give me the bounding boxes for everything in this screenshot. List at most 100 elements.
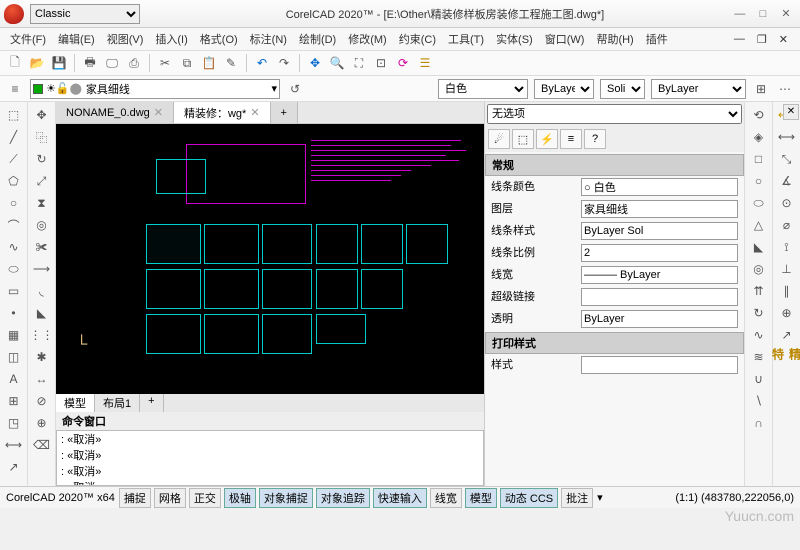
publish-icon[interactable]: ⎙: [125, 54, 143, 72]
ltscale-icon[interactable]: ⋯: [776, 80, 794, 98]
plot-selector[interactable]: Soli: [600, 79, 645, 99]
stretch-icon[interactable]: ↔: [33, 370, 51, 388]
prop-select-icon[interactable]: ⬚: [512, 129, 534, 149]
table-icon[interactable]: ⊞: [5, 392, 23, 410]
join-icon[interactable]: ⊕: [33, 414, 51, 432]
add-layout[interactable]: +: [140, 394, 163, 412]
status-toggle[interactable]: 网格: [154, 488, 186, 508]
undo-icon[interactable]: ↶: [253, 54, 271, 72]
wedge-icon[interactable]: ◣: [750, 238, 768, 256]
rect-icon[interactable]: ▭: [5, 282, 23, 300]
property-value[interactable]: ByLayer: [581, 310, 738, 328]
dim7-icon[interactable]: ⟟: [778, 238, 796, 256]
menu-item[interactable]: 插件: [644, 29, 670, 49]
selection-filter[interactable]: 无选项: [487, 104, 742, 124]
revolve-icon[interactable]: ↻: [750, 304, 768, 322]
menu-item[interactable]: 约束(C): [397, 29, 438, 49]
property-value[interactable]: ○ 白色: [581, 178, 738, 196]
dimA-icon[interactable]: ⊕: [778, 304, 796, 322]
zoomwin-icon[interactable]: ⛶: [350, 54, 368, 72]
status-toggle[interactable]: 线宽: [430, 488, 462, 508]
hatch-icon[interactable]: ▦: [5, 326, 23, 344]
menu-item[interactable]: 文件(F): [8, 29, 48, 49]
trim-icon[interactable]: ✀: [33, 238, 51, 256]
refresh-icon[interactable]: ⟳: [394, 54, 412, 72]
menu-item[interactable]: 绘制(D): [297, 29, 338, 49]
status-toggle[interactable]: 快速输入: [373, 488, 427, 508]
fillet-icon[interactable]: ◟: [33, 282, 51, 300]
zoomext-icon[interactable]: ⊡: [372, 54, 390, 72]
props-icon[interactable]: ☰: [416, 54, 434, 72]
property-value[interactable]: ——— ByLayer: [581, 266, 738, 284]
arc-icon[interactable]: ⌒: [5, 216, 23, 234]
status-toggle[interactable]: 动态 CCS: [500, 488, 558, 508]
union-icon[interactable]: ∪: [750, 370, 768, 388]
sweep-icon[interactable]: ∿: [750, 326, 768, 344]
cut-icon[interactable]: ✂: [156, 54, 174, 72]
prop-list-icon[interactable]: ≡: [560, 129, 582, 149]
subtract-icon[interactable]: ∖: [750, 392, 768, 410]
dimC-icon[interactable]: 精特: [778, 348, 796, 366]
cyl-icon[interactable]: ⬭: [750, 194, 768, 212]
open-icon[interactable]: 📂: [28, 54, 46, 72]
offset-icon[interactable]: ◎: [33, 216, 51, 234]
intersect-icon[interactable]: ∩: [750, 414, 768, 432]
dimB-icon[interactable]: ↗: [778, 326, 796, 344]
paste-icon[interactable]: 📋: [200, 54, 218, 72]
layout-tab[interactable]: 布局1: [95, 394, 140, 412]
zoom-icon[interactable]: 🔍: [328, 54, 346, 72]
dim2-icon[interactable]: ⟷: [778, 128, 796, 146]
move-icon[interactable]: ✥: [33, 106, 51, 124]
layerprev-icon[interactable]: ↺: [286, 80, 304, 98]
cone-icon[interactable]: △: [750, 216, 768, 234]
maximize-button[interactable]: □: [753, 8, 773, 20]
status-toggle[interactable]: 对象追踪: [316, 488, 370, 508]
loft-icon[interactable]: ≋: [750, 348, 768, 366]
menu-item[interactable]: 标注(N): [248, 29, 289, 49]
view3d-icon[interactable]: ◈: [750, 128, 768, 146]
status-toggle[interactable]: 正交: [189, 488, 221, 508]
sphere-icon[interactable]: ○: [750, 172, 768, 190]
mdi-close[interactable]: ✕: [777, 31, 790, 48]
scale-dropdown[interactable]: ▾: [597, 491, 603, 504]
scale-icon[interactable]: ⤢: [33, 172, 51, 190]
layout-tab[interactable]: 模型: [56, 394, 95, 412]
menu-item[interactable]: 帮助(H): [594, 29, 635, 49]
dim-icon[interactable]: ⟷: [5, 436, 23, 454]
text-icon[interactable]: A: [5, 370, 23, 388]
chamfer-icon[interactable]: ◣: [33, 304, 51, 322]
prop-quick-icon[interactable]: ⚡: [536, 129, 558, 149]
polyline-icon[interactable]: ⟋: [5, 150, 23, 168]
extrude-icon[interactable]: ⇈: [750, 282, 768, 300]
minimize-button[interactable]: —: [730, 8, 750, 20]
property-value[interactable]: ByLayer Sol: [581, 222, 738, 240]
menu-item[interactable]: 修改(M): [346, 29, 389, 49]
new-tab-button[interactable]: +: [271, 102, 298, 123]
pan-icon[interactable]: ✥: [306, 54, 324, 72]
menu-item[interactable]: 窗口(W): [543, 29, 587, 49]
property-value[interactable]: 家具细线: [581, 200, 738, 218]
redo-icon[interactable]: ↷: [275, 54, 293, 72]
mdi-max[interactable]: ❐: [755, 31, 769, 48]
dim6-icon[interactable]: ⌀: [778, 216, 796, 234]
dim3-icon[interactable]: ⤡: [778, 150, 796, 168]
polygon-icon[interactable]: ⬠: [5, 172, 23, 190]
cursor-icon[interactable]: ⬚: [5, 106, 23, 124]
mirror-icon[interactable]: ⧗: [33, 194, 51, 212]
torus-icon[interactable]: ◎: [750, 260, 768, 278]
menu-item[interactable]: 插入(I): [153, 29, 189, 49]
break-icon[interactable]: ⊘: [33, 392, 51, 410]
menu-item[interactable]: 视图(V): [105, 29, 146, 49]
section-print[interactable]: 打印样式: [485, 332, 744, 354]
status-toggle[interactable]: 模型: [465, 488, 497, 508]
layer-selector[interactable]: ☀🔓⬤ 家具细线 ▾: [30, 79, 280, 99]
rotate-icon[interactable]: ↻: [33, 150, 51, 168]
document-tab[interactable]: 精装修：wg*✕: [174, 102, 271, 123]
property-value[interactable]: [581, 288, 738, 306]
panel-close-icon[interactable]: ✕: [783, 104, 799, 120]
menu-item[interactable]: 格式(O): [198, 29, 240, 49]
print-icon[interactable]: 🖶: [81, 54, 99, 72]
line-icon[interactable]: ╱: [5, 128, 23, 146]
prop-pick-icon[interactable]: ☄: [488, 129, 510, 149]
region-icon[interactable]: ◫: [5, 348, 23, 366]
